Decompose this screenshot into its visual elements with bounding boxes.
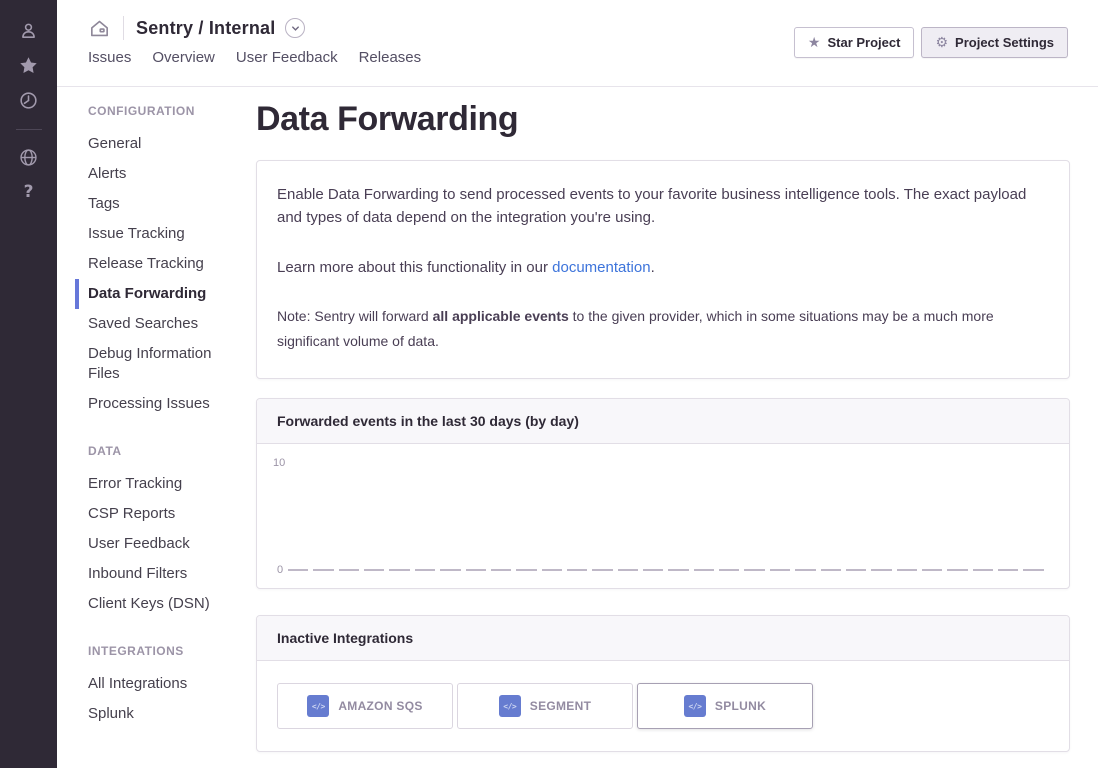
day-zero-bar [668, 569, 688, 571]
sidebar-item[interactable]: Data Forwarding [75, 279, 243, 309]
integration-card[interactable]: </> SEGMENT [457, 683, 633, 729]
sidebar-item[interactable]: Debug Information Files [75, 339, 243, 389]
rail-divider [16, 129, 42, 130]
day-zero-bar [466, 569, 486, 571]
day-zero-bar [618, 569, 638, 571]
sidebar-item[interactable]: User Feedback [75, 529, 243, 559]
day-zero-bar [719, 569, 739, 571]
question-icon[interactable]: ? [18, 181, 40, 203]
sidebar-section-configuration: CONFIGURATION GeneralAlertsTagsIssue Tra… [75, 104, 256, 419]
integration-label: SPLUNK [715, 699, 766, 713]
day-zero-bar [694, 569, 714, 571]
forwarded-events-chart: 10 0 [257, 444, 1069, 588]
sidebar-item[interactable]: Release Tracking [75, 249, 243, 279]
intro-panel: Enable Data Forwarding to send processed… [256, 160, 1070, 379]
project-settings-button[interactable]: ⚙ Project Settings [921, 27, 1068, 58]
globe-icon[interactable] [18, 146, 40, 168]
sidebar-item[interactable]: Issue Tracking [75, 219, 243, 249]
integration-label: SEGMENT [530, 699, 591, 713]
code-icon: </> [307, 695, 329, 717]
day-zero-bar [973, 569, 993, 571]
day-zero-bar [871, 569, 891, 571]
user-icon[interactable] [18, 19, 40, 41]
day-zero-bar [998, 569, 1018, 571]
code-icon: </> [684, 695, 706, 717]
inactive-integrations-panel: Inactive Integrations </> AMAZON SQS </>… [256, 615, 1070, 752]
sidebar-item[interactable]: Inbound Filters [75, 559, 243, 589]
code-icon: </> [499, 695, 521, 717]
learn-more-line: Learn more about this functionality in o… [277, 256, 1049, 279]
project-nav-item[interactable]: Releases [359, 49, 422, 66]
day-zero-bar [643, 569, 663, 571]
home-icon[interactable] [88, 17, 111, 40]
day-zero-bar [415, 569, 435, 571]
sidebar-item[interactable]: CSP Reports [75, 499, 243, 529]
day-zero-bar [364, 569, 384, 571]
documentation-link[interactable]: documentation [552, 259, 650, 276]
sidebar-item[interactable]: Client Keys (DSN) [75, 589, 243, 619]
section-label: INTEGRATIONS [75, 644, 256, 659]
sidebar-item[interactable]: Processing Issues [75, 389, 243, 419]
gear-icon: ⚙ [935, 36, 948, 50]
sidebar-section-integrations: INTEGRATIONS All IntegrationsSplunk [75, 644, 256, 729]
page-title: Data Forwarding [256, 100, 1070, 139]
day-zero-bar [542, 569, 562, 571]
y-axis-tick-min: 0 [277, 564, 283, 576]
star-icon: ★ [808, 36, 821, 50]
day-zero-bar [770, 569, 790, 571]
sidebar-item[interactable]: General [75, 129, 243, 159]
day-zero-bar [846, 569, 866, 571]
y-axis-tick-max: 10 [273, 457, 285, 469]
breadcrumb-divider [123, 16, 124, 40]
day-zero-bar [947, 569, 967, 571]
sidebar-item[interactable]: All Integrations [75, 669, 243, 699]
day-zero-bar [897, 569, 917, 571]
project-nav-item[interactable]: Overview [152, 49, 215, 66]
integration-card[interactable]: </> AMAZON SQS [277, 683, 453, 729]
star-project-button[interactable]: ★ Star Project [794, 27, 915, 58]
day-zero-bar [313, 569, 333, 571]
integration-card[interactable]: </> SPLUNK [637, 683, 813, 729]
note-paragraph: Note: Sentry will forward all applicable… [277, 304, 1049, 354]
section-label: DATA [75, 444, 256, 459]
sidebar-item[interactable]: Saved Searches [75, 309, 243, 339]
project-nav-item[interactable]: User Feedback [236, 49, 338, 66]
sidebar-item[interactable]: Alerts [75, 159, 243, 189]
day-zero-bar [795, 569, 815, 571]
header-actions: ★ Star Project ⚙ Project Settings [794, 27, 1068, 58]
day-zero-bar [288, 569, 308, 571]
project-nav-item[interactable]: Issues [88, 49, 131, 66]
day-zero-bar [592, 569, 612, 571]
settings-sidebar: CONFIGURATION GeneralAlertsTagsIssue Tra… [75, 104, 256, 754]
intro-paragraph: Enable Data Forwarding to send processed… [277, 183, 1049, 230]
day-zero-bar [744, 569, 764, 571]
day-zero-bar [440, 569, 460, 571]
app-rail: ? [0, 0, 57, 768]
day-zero-bar [821, 569, 841, 571]
sidebar-section-data: DATA Error TrackingCSP ReportsUser Feedb… [75, 444, 256, 619]
day-zero-bar [922, 569, 942, 571]
forwarded-events-chart-panel: Forwarded events in the last 30 days (by… [256, 398, 1070, 589]
sidebar-item[interactable]: Tags [75, 189, 243, 219]
chevron-down-icon[interactable] [285, 18, 305, 38]
day-zero-bar [339, 569, 359, 571]
top-header: Sentry / Internal Issues Overview User Fee… [57, 0, 1098, 87]
sidebar-item[interactable]: Error Tracking [75, 469, 243, 499]
integrations-panel-title: Inactive Integrations [257, 616, 1069, 661]
history-icon[interactable] [18, 89, 40, 111]
zero-value-baseline [288, 569, 1044, 571]
section-label: CONFIGURATION [75, 104, 256, 119]
main-content: Data Forwarding Enable Data Forwarding t… [256, 100, 1070, 771]
sidebar-item[interactable]: Splunk [75, 699, 243, 729]
integration-label: AMAZON SQS [338, 699, 422, 713]
day-zero-bar [389, 569, 409, 571]
star-icon[interactable] [18, 54, 40, 76]
day-zero-bar [1023, 569, 1043, 571]
day-zero-bar [567, 569, 587, 571]
day-zero-bar [491, 569, 511, 571]
integration-cards: </> AMAZON SQS </> SEGMENT </> SPLUNK [277, 683, 1049, 729]
project-title: Sentry / Internal [136, 18, 275, 39]
day-zero-bar [516, 569, 536, 571]
chart-panel-title: Forwarded events in the last 30 days (by… [257, 399, 1069, 444]
